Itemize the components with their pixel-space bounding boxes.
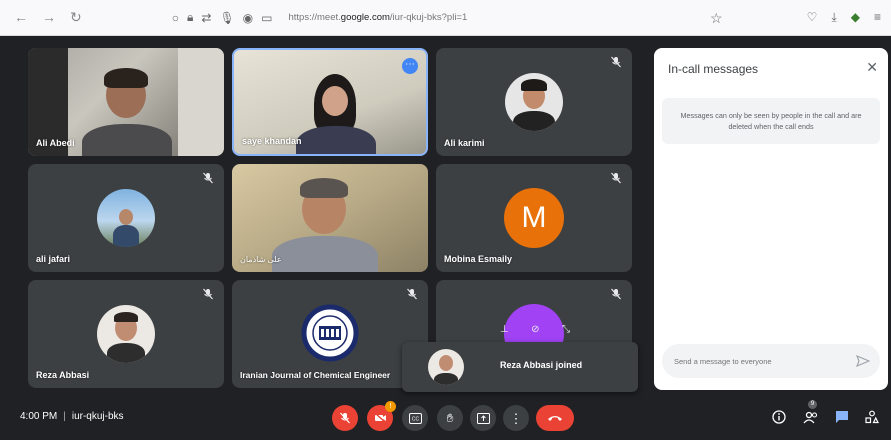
participant-tile[interactable]: M Mobina Esmaily — [436, 164, 632, 272]
participant-tile[interactable]: Ali Abedi — [28, 48, 224, 156]
notification-avatar — [428, 349, 464, 385]
mute-participant-icon[interactable]: ⊘ — [531, 324, 539, 335]
warning-badge: ! — [385, 401, 396, 412]
panel-title: In-call messages — [668, 62, 759, 76]
leave-call-button[interactable] — [536, 405, 574, 431]
participant-tile-active-speaker[interactable]: ⋯ saye khandan — [232, 48, 428, 156]
participant-name: Ali karimi — [444, 138, 485, 148]
in-call-messages-panel: In-call messages ✕ Messages can only be … — [654, 48, 888, 390]
participant-tile[interactable]: Iranian Journal of Chemical Engineer — [232, 280, 428, 388]
participant-name: علی شادمان — [240, 255, 282, 264]
camera-toggle-button[interactable]: ! — [367, 401, 396, 431]
chat-info-notice: Messages can only be seen by people in t… — [662, 98, 880, 144]
send-icon[interactable] — [856, 354, 870, 368]
participant-name: Mobina Esmaily — [444, 254, 513, 264]
extension-icon[interactable]: ◆ — [851, 10, 860, 25]
participant-name: Reza Abbasi — [36, 370, 90, 380]
muted-microphone-icon — [203, 172, 213, 184]
close-icon[interactable]: ✕ — [866, 59, 878, 76]
camera-off-icon — [374, 412, 386, 424]
participant-tile[interactable]: Ali karimi — [436, 48, 632, 156]
tile-hover-controls: ⊥ ⊘ ⤡ — [500, 324, 570, 335]
present-now-button[interactable] — [470, 405, 496, 431]
meet-stage: Ali Abedi ⋯ saye khandan Ali karimi ali … — [0, 36, 891, 440]
people-count-badge: 9 — [808, 400, 817, 409]
meeting-code: iur-qkuj-bks — [71, 411, 124, 422]
hang-up-icon — [548, 416, 562, 421]
participant-tile[interactable]: ali jafari — [28, 164, 224, 272]
avatar — [97, 305, 155, 363]
avatar — [505, 73, 563, 131]
avatar: M — [504, 188, 564, 248]
participant-tile[interactable]: Reza Abbasi — [28, 280, 224, 388]
raise-hand-button[interactable]: ✋︎ — [437, 405, 463, 431]
back-icon[interactable]: ← — [14, 9, 28, 26]
muted-microphone-icon — [203, 288, 213, 300]
shield-icon[interactable]: ○ — [172, 11, 179, 25]
minimize-icon[interactable]: ⤡ — [562, 324, 570, 335]
microphone-off-icon — [340, 412, 350, 424]
menu-icon[interactable]: ≡ — [874, 10, 881, 25]
meeting-info: 4:00 PM | iur-qkuj-bks — [20, 411, 124, 422]
bookmark-star-icon[interactable]: ☆ — [710, 10, 723, 27]
permissions-icon[interactable]: ⇄ — [201, 11, 211, 25]
hand-icon: ✋︎ — [446, 410, 454, 425]
chat-input-container — [662, 344, 880, 378]
bottom-control-bar: 4:00 PM | iur-qkuj-bks ! CC ✋︎ ⋮ 9 — [0, 398, 891, 440]
microphone-permission-icon[interactable]: 🎙︎ — [219, 11, 234, 25]
info-icon — [772, 410, 786, 424]
participant-name: saye khandan — [242, 136, 302, 146]
muted-microphone-icon — [407, 288, 417, 300]
clock-time: 4:00 PM — [20, 411, 58, 422]
participant-name: ali jafari — [36, 254, 71, 264]
participant-tile[interactable]: علی شادمان — [232, 164, 428, 272]
participant-name: Iranian Journal of Chemical Engineer — [240, 370, 391, 380]
lock-icon[interactable]: 🔒︎ — [187, 10, 193, 25]
people-icon — [803, 411, 818, 424]
chat-message-input[interactable] — [674, 354, 844, 368]
svg-text:CC: CC — [411, 416, 419, 422]
present-screen-icon — [476, 412, 490, 424]
muted-microphone-icon — [611, 56, 621, 68]
browser-toolbar: ← → ↻ ○ 🔒︎ ⇄ 🎙︎ ◉ ▭ https://meet.google.… — [0, 0, 891, 36]
reload-icon[interactable]: ↻ — [70, 9, 82, 26]
participant-name: Ali Abedi — [36, 138, 75, 148]
microphone-toggle-button[interactable] — [332, 405, 358, 431]
chat-icon — [836, 411, 848, 423]
more-options-icon[interactable]: ⋯ — [402, 58, 418, 74]
journal-logo — [301, 304, 359, 362]
activities-button[interactable] — [863, 408, 881, 426]
more-vert-icon: ⋮ — [509, 410, 523, 426]
muted-microphone-icon — [611, 288, 621, 300]
meeting-details-button[interactable] — [770, 408, 788, 426]
avatar — [97, 189, 155, 247]
url-bar[interactable]: https://meet.google.com/iur-qkuj-bks?pli… — [289, 12, 468, 23]
forward-icon[interactable]: → — [42, 9, 56, 26]
pin-icon[interactable]: ⊥ — [500, 324, 509, 335]
join-notification: Reza Abbasi joined — [402, 342, 638, 392]
captions-button[interactable]: CC — [402, 405, 428, 431]
muted-microphone-icon — [611, 172, 621, 184]
camera-permission-icon[interactable]: ◉ — [243, 11, 253, 25]
chat-button[interactable] — [833, 408, 851, 426]
notification-text: Reza Abbasi joined — [500, 360, 583, 370]
download-icon[interactable]: ⤓ — [831, 10, 836, 25]
pocket-icon[interactable]: ♡ — [807, 10, 818, 25]
activities-shapes-icon — [865, 410, 879, 424]
screen-share-icon[interactable]: ▭ — [261, 11, 272, 25]
people-button[interactable]: 9 — [802, 400, 820, 426]
closed-captions-icon: CC — [408, 412, 422, 424]
more-options-button[interactable]: ⋮ — [503, 405, 529, 431]
